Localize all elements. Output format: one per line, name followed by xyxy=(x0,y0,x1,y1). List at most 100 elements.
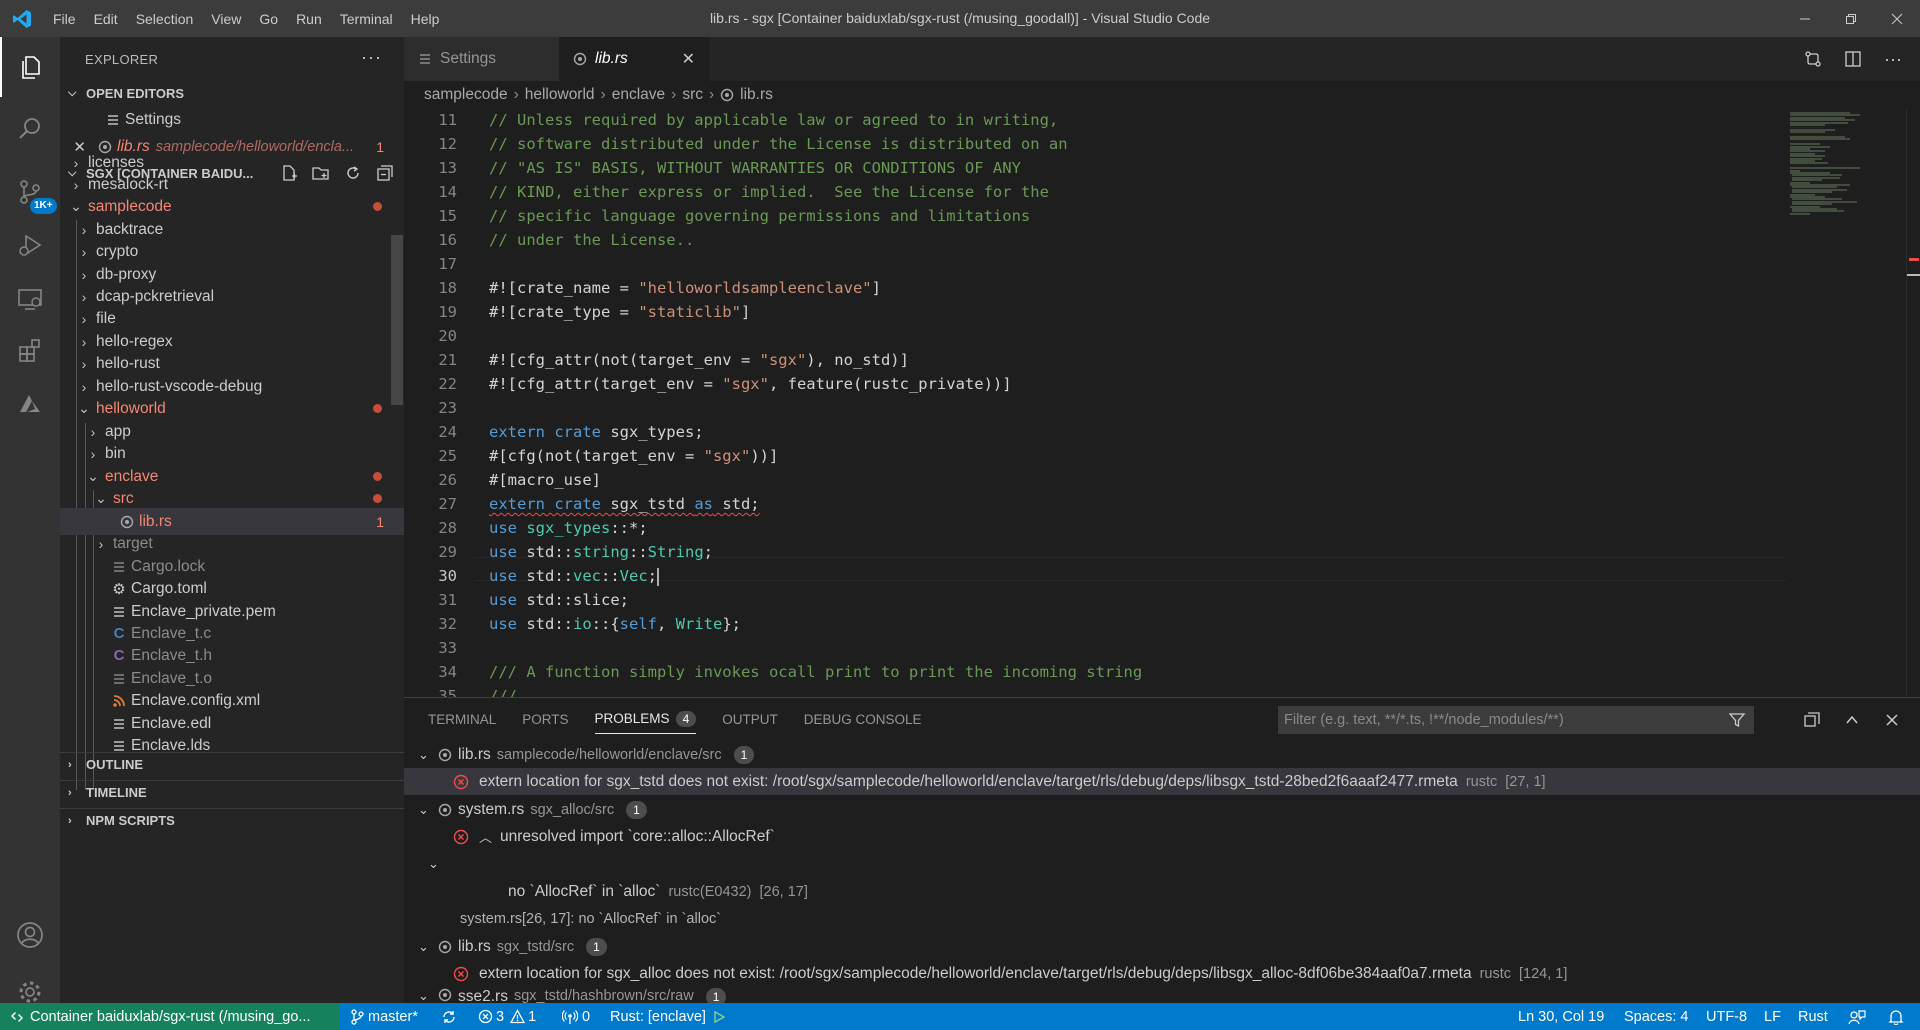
timeline-section[interactable]: › TIMELINE xyxy=(60,780,404,804)
problem-file-row[interactable]: ⌄ lib.rs samplecode/helloworld/enclave/s… xyxy=(404,741,1920,768)
problem-row[interactable]: ︿ unresolved import `core::alloc::AllocR… xyxy=(404,823,1920,850)
line-number: 12 xyxy=(438,135,457,153)
play-icon[interactable] xyxy=(712,1010,726,1024)
tab-problems[interactable]: PROBLEMS 4 xyxy=(594,704,697,734)
line-number: 28 xyxy=(438,519,457,537)
code-line: #![cfg_attr(not(target_env = "sgx"), no_… xyxy=(489,348,909,372)
close-icon[interactable] xyxy=(1884,712,1900,728)
accounts-activity[interactable] xyxy=(0,905,60,965)
rust-status[interactable]: Rust: [enclave] xyxy=(610,1003,726,1030)
problem-file-row[interactable]: ⌄ system.rs sgx_alloc/src 1 xyxy=(404,796,1920,823)
remote-indicator[interactable]: Container baiduxlab/sgx-rust (/musing_go… xyxy=(0,1003,340,1030)
menu-bar: File Edit Selection View Go Run Terminal… xyxy=(44,0,448,37)
restore-button[interactable] xyxy=(1828,0,1874,37)
open-editors-label: OPEN EDITORS xyxy=(86,85,185,101)
problems-filter-input[interactable]: Filter (e.g. text, **/*.ts, !**/node_mod… xyxy=(1278,706,1754,734)
code-line: // software distributed under the Licens… xyxy=(489,132,1068,156)
line-number: 35 xyxy=(438,687,457,697)
menu-file[interactable]: File xyxy=(44,11,85,27)
notifications-button[interactable] xyxy=(1888,1003,1904,1030)
breadcrumb-item[interactable]: lib.rs xyxy=(740,86,773,104)
breadcrumb-item[interactable]: helloworld xyxy=(525,86,595,104)
breadcrumb-item[interactable]: enclave xyxy=(612,86,665,104)
run-debug-activity[interactable] xyxy=(0,215,60,275)
eol-indicator[interactable]: LF xyxy=(1764,1003,1781,1030)
problems-indicator[interactable]: 3 1 xyxy=(478,1003,536,1030)
breadcrumb-item[interactable]: samplecode xyxy=(424,86,508,104)
sidebar-scrollbar[interactable] xyxy=(391,235,403,405)
filter-icon[interactable] xyxy=(1728,711,1746,729)
extensions-activity[interactable] xyxy=(0,321,60,381)
problem-detail-row[interactable]: no `AllocRef` in `alloc` rustc(E0432) [2… xyxy=(404,878,1920,905)
chevron-up-icon[interactable] xyxy=(1844,712,1860,728)
menu-go[interactable]: Go xyxy=(250,11,287,27)
minimize-button[interactable] xyxy=(1782,0,1828,37)
tab-terminal[interactable]: TERMINAL xyxy=(428,712,496,727)
minimap[interactable] xyxy=(1786,108,1906,697)
more-actions-icon[interactable]: ··· xyxy=(1884,49,1902,70)
problem-file-row[interactable]: ⌄ lib.rs sgx_tstd/src 1 xyxy=(404,933,1920,960)
code-token: ] xyxy=(871,279,881,297)
line-number: 24 xyxy=(438,423,457,441)
branch-indicator[interactable]: master* xyxy=(350,1003,418,1030)
problem-file-row[interactable]: ⌄ sse2.rs sgx_tstd/hashbrown/src/raw 1 xyxy=(404,988,1920,1004)
breadcrumb-item[interactable]: src xyxy=(682,86,703,104)
explorer-activity[interactable] xyxy=(0,37,60,97)
menu-help[interactable]: Help xyxy=(402,11,449,27)
menu-edit[interactable]: Edit xyxy=(85,11,127,27)
line-number: 29 xyxy=(438,543,457,561)
close-icon[interactable]: ✕ xyxy=(682,49,695,69)
menu-selection[interactable]: Selection xyxy=(127,11,203,27)
outline-section[interactable]: › OUTLINE xyxy=(60,752,404,776)
remote-explorer-activity[interactable] xyxy=(0,269,60,329)
language-indicator[interactable]: Rust xyxy=(1798,1003,1828,1030)
explorer-sidebar: EXPLORER ··· ⌵ OPEN EDITORS Settings ✕ l… xyxy=(60,37,404,1003)
split-editor-icon[interactable] xyxy=(1844,50,1862,68)
problem-position: [124, 1] xyxy=(1519,965,1568,982)
ports-indicator[interactable]: 0 xyxy=(562,1003,590,1030)
code-token: "sgx" xyxy=(759,351,807,369)
azure-activity[interactable] xyxy=(0,374,60,434)
search-activity[interactable] xyxy=(0,99,60,159)
source-control-activity[interactable]: 1K+ xyxy=(0,162,60,222)
problem-file-name: sse2.rs xyxy=(458,988,508,1004)
open-editor-settings[interactable]: Settings xyxy=(60,106,404,133)
open-editors-section[interactable]: ⌵ OPEN EDITORS xyxy=(60,81,404,105)
code-token: as xyxy=(694,495,713,513)
cursor-position[interactable]: Ln 30, Col 19 xyxy=(1518,1003,1604,1030)
menu-terminal[interactable]: Terminal xyxy=(331,11,402,27)
tab-debug-console[interactable]: DEBUG CONSOLE xyxy=(804,712,922,727)
code-token: ; xyxy=(703,543,714,561)
menu-run[interactable]: Run xyxy=(287,11,331,27)
tab-problems-label: PROBLEMS xyxy=(594,711,670,726)
tab-lib-rs[interactable]: lib.rs ✕ xyxy=(559,37,709,81)
feedback-button[interactable] xyxy=(1848,1003,1866,1030)
line-number: 30 xyxy=(438,567,457,585)
indentation-indicator[interactable]: Spaces: 4 xyxy=(1624,1003,1689,1030)
problem-related-row[interactable]: system.rs[26, 17]: no `AllocRef` in `all… xyxy=(404,905,1920,932)
chevron-right-icon: › xyxy=(81,310,87,327)
close-window-button[interactable] xyxy=(1874,0,1920,37)
npm-scripts-section[interactable]: › NPM SCRIPTS xyxy=(60,808,404,832)
chevron-up-icon[interactable]: ︿ xyxy=(479,827,492,846)
sync-button[interactable] xyxy=(441,1003,457,1030)
menu-view[interactable]: View xyxy=(202,11,250,27)
problem-expand-row[interactable]: ⌄ xyxy=(404,850,1920,877)
code-line: #[cfg(not(target_env = "sgx"))] xyxy=(489,444,778,468)
tab-ports[interactable]: PORTS xyxy=(522,712,568,727)
overview-ruler[interactable] xyxy=(1906,108,1920,697)
tab-settings[interactable]: Settings xyxy=(404,37,559,81)
collapse-all-icon[interactable] xyxy=(1804,712,1820,728)
code-line: #![cfg_attr(target_env = "sgx", feature(… xyxy=(489,372,1012,396)
chevron-down-icon: ⌄ xyxy=(418,938,429,954)
problem-row[interactable]: extern location for sgx_tstd does not ex… xyxy=(404,768,1920,795)
breadcrumb: samplecode › helloworld › enclave › src › li… xyxy=(404,81,1920,108)
chevron-right-icon: › xyxy=(68,786,72,799)
encoding-indicator[interactable]: UTF-8 xyxy=(1706,1003,1747,1030)
problem-row[interactable]: extern location for sgx_alloc does not e… xyxy=(404,960,1920,987)
tab-output[interactable]: OUTPUT xyxy=(722,712,778,727)
code-token: sgx_types; xyxy=(600,423,704,441)
open-changes-icon[interactable] xyxy=(1804,50,1822,68)
code-editor[interactable]: 11 12 13 14 15 16 17 18 19 20 21 22 23 2… xyxy=(404,108,1920,697)
more-actions-icon[interactable]: ··· xyxy=(361,47,382,68)
